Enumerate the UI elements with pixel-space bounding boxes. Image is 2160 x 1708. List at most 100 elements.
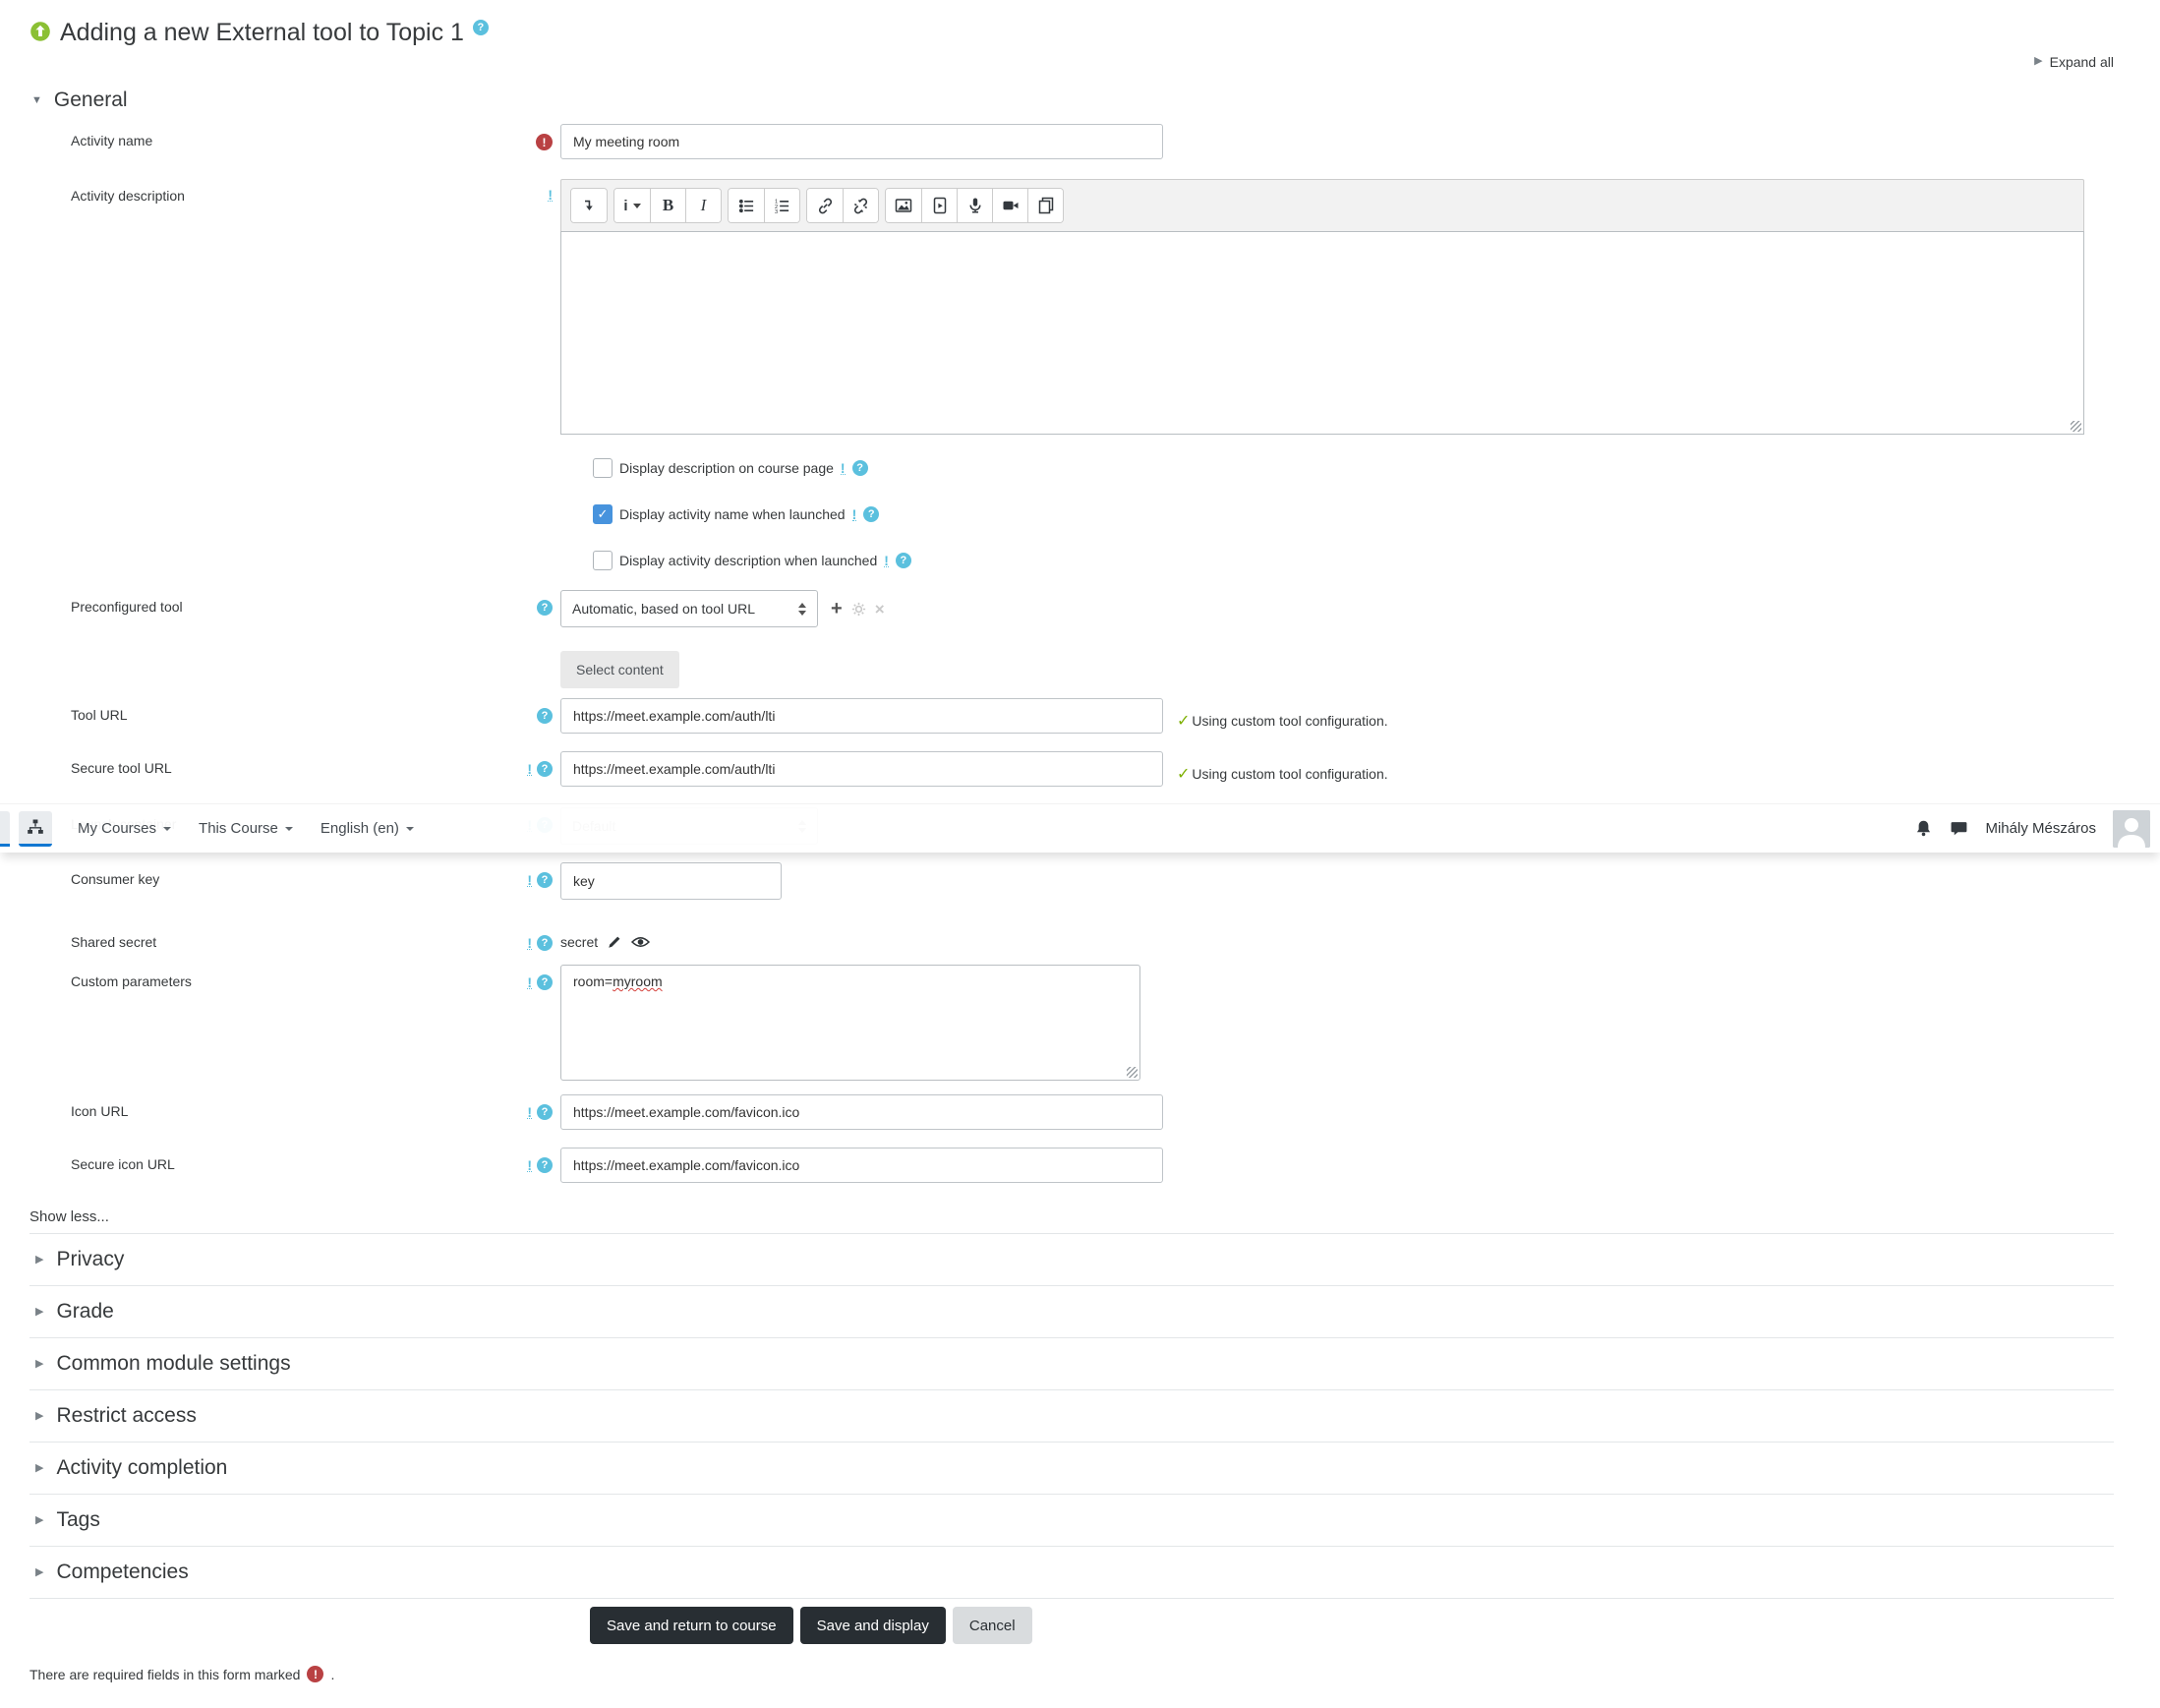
- help-icon[interactable]: [537, 761, 553, 777]
- expand-all-link[interactable]: Expand all: [2034, 54, 2114, 70]
- preconfigured-tool-select[interactable]: Automatic, based on tool URL: [560, 590, 818, 627]
- icon-url-input[interactable]: [560, 1094, 1163, 1130]
- nav-edge-button[interactable]: [0, 810, 10, 847]
- title-help-icon[interactable]: [472, 20, 489, 35]
- chevron-right-icon: [35, 1515, 43, 1526]
- chevron-right-icon: [35, 1307, 43, 1318]
- required-icon: [536, 134, 553, 150]
- save-and-return-button[interactable]: Save and return to course: [590, 1607, 793, 1644]
- chevron-right-icon: [35, 1567, 43, 1578]
- chevron-down-icon: [31, 95, 42, 106]
- record-video-icon[interactable]: [992, 189, 1027, 222]
- preconfigured-tool-label: Preconfigured tool: [71, 599, 183, 615]
- activity-name-input[interactable]: [560, 124, 1163, 159]
- cancel-button[interactable]: Cancel: [952, 1607, 1032, 1644]
- secure-tool-url-input[interactable]: [560, 751, 1163, 787]
- italic-button[interactable]: I: [685, 189, 721, 222]
- advanced-icon: [527, 937, 532, 950]
- section-restrict-access[interactable]: Restrict access: [29, 1390, 2114, 1443]
- messages-chat-icon[interactable]: [1950, 819, 1968, 838]
- show-less-link[interactable]: Show less...: [29, 1208, 109, 1225]
- page-header: Adding a new External tool to Topic 1: [29, 0, 2114, 49]
- nav-this-course[interactable]: This Course: [185, 820, 307, 837]
- checkbox-label: Display activity name when launched: [619, 506, 846, 522]
- section-privacy[interactable]: Privacy: [29, 1234, 2114, 1286]
- tool-url-label: Tool URL: [71, 707, 128, 723]
- nav-my-courses[interactable]: My Courses: [64, 820, 185, 837]
- chevron-down-icon: [163, 826, 172, 831]
- delete-tool-icon: ×: [874, 599, 885, 618]
- chevron-down-icon: [632, 203, 641, 208]
- section-competencies[interactable]: Competencies: [29, 1547, 2114, 1599]
- shared-secret-label: Shared secret: [71, 934, 157, 950]
- checkbox-row-display-description: Display description on course page: [593, 458, 2114, 478]
- show-secret-eye-icon[interactable]: [631, 935, 651, 949]
- display-activity-description-checkbox[interactable]: [593, 551, 613, 570]
- insert-image-icon[interactable]: [886, 189, 921, 222]
- help-icon[interactable]: [863, 506, 880, 522]
- insert-link-icon[interactable]: [807, 189, 843, 222]
- section-general-title: General: [53, 88, 128, 111]
- help-icon[interactable]: [851, 460, 868, 476]
- help-icon[interactable]: [895, 553, 911, 568]
- unlink-icon[interactable]: [843, 189, 878, 222]
- user-name[interactable]: Mihály Mészáros: [1985, 820, 2096, 837]
- notifications-bell-icon[interactable]: [1914, 819, 1933, 838]
- tool-url-input[interactable]: [560, 698, 1163, 734]
- secure-icon-url-input[interactable]: [560, 1148, 1163, 1183]
- secure-icon-url-label: Secure icon URL: [71, 1156, 175, 1172]
- field-activity-name: Activity name: [29, 124, 2114, 159]
- field-tool-url: Tool URL Using custom tool configuration…: [29, 698, 2114, 734]
- help-icon[interactable]: [537, 1104, 553, 1120]
- display-activity-name-checkbox[interactable]: [593, 504, 613, 524]
- record-audio-icon[interactable]: [957, 189, 992, 222]
- misspelled-word: myroom: [613, 973, 663, 989]
- select-carets-icon: [798, 602, 806, 616]
- section-general-header[interactable]: General: [29, 87, 2114, 114]
- advanced-icon: [851, 508, 857, 521]
- help-icon[interactable]: [537, 1157, 553, 1173]
- avatar[interactable]: [2113, 809, 2150, 848]
- section-common-module-settings[interactable]: Common module settings: [29, 1338, 2114, 1390]
- manage-files-icon[interactable]: [1027, 189, 1063, 222]
- advanced-icon: [527, 874, 532, 887]
- bold-button[interactable]: B: [650, 189, 685, 222]
- field-icon-url: Icon URL: [29, 1094, 2114, 1130]
- section-activity-completion[interactable]: Activity completion: [29, 1443, 2114, 1495]
- chevron-down-icon: [284, 826, 293, 831]
- checkbox-label: Display description on course page: [619, 460, 834, 476]
- secure-tool-url-status: Using custom tool configuration.: [1177, 751, 1387, 787]
- section-grade[interactable]: Grade: [29, 1286, 2114, 1338]
- select-content-button[interactable]: Select content: [560, 651, 679, 688]
- help-icon[interactable]: [537, 974, 553, 990]
- navbar-overlap-zone: Launch container Default My Courses: [0, 803, 2160, 862]
- resize-grip[interactable]: [1127, 1067, 1138, 1078]
- collapse-toolbar-icon[interactable]: [571, 189, 607, 222]
- save-and-display-button[interactable]: Save and display: [799, 1607, 946, 1644]
- help-icon[interactable]: [537, 872, 553, 888]
- description-textarea[interactable]: [560, 231, 2084, 435]
- ordered-list-icon[interactable]: 123: [764, 189, 799, 222]
- section-tags[interactable]: Tags: [29, 1495, 2114, 1547]
- custom-parameters-textarea[interactable]: room=myroom: [560, 965, 1140, 1081]
- display-description-checkbox[interactable]: [593, 458, 613, 478]
- insert-media-icon[interactable]: [921, 189, 957, 222]
- help-icon[interactable]: [537, 708, 553, 724]
- sitemap-icon[interactable]: [19, 810, 52, 847]
- help-icon[interactable]: [537, 935, 553, 951]
- checkbox-row-display-activity-description: Display activity description when launch…: [593, 551, 2114, 570]
- activity-name-label: Activity name: [71, 133, 153, 148]
- paragraph-styles-button[interactable]: i: [614, 189, 650, 222]
- consumer-key-input[interactable]: [560, 862, 782, 900]
- page-title: Adding a new External tool to Topic 1: [60, 19, 464, 46]
- help-icon[interactable]: [537, 600, 553, 616]
- add-tool-icon[interactable]: +: [831, 599, 843, 618]
- consumer-key-label: Consumer key: [71, 871, 160, 887]
- nav-language[interactable]: English (en): [307, 820, 428, 837]
- resize-grip[interactable]: [2071, 421, 2081, 432]
- top-navbar: My Courses This Course English (en) Mihá…: [0, 803, 2160, 853]
- field-activity-description: Activity description i: [29, 179, 2114, 435]
- unordered-list-icon[interactable]: [729, 189, 764, 222]
- description-editor: i B I 1 2 3: [560, 179, 2084, 435]
- edit-pencil-icon[interactable]: [607, 934, 622, 950]
